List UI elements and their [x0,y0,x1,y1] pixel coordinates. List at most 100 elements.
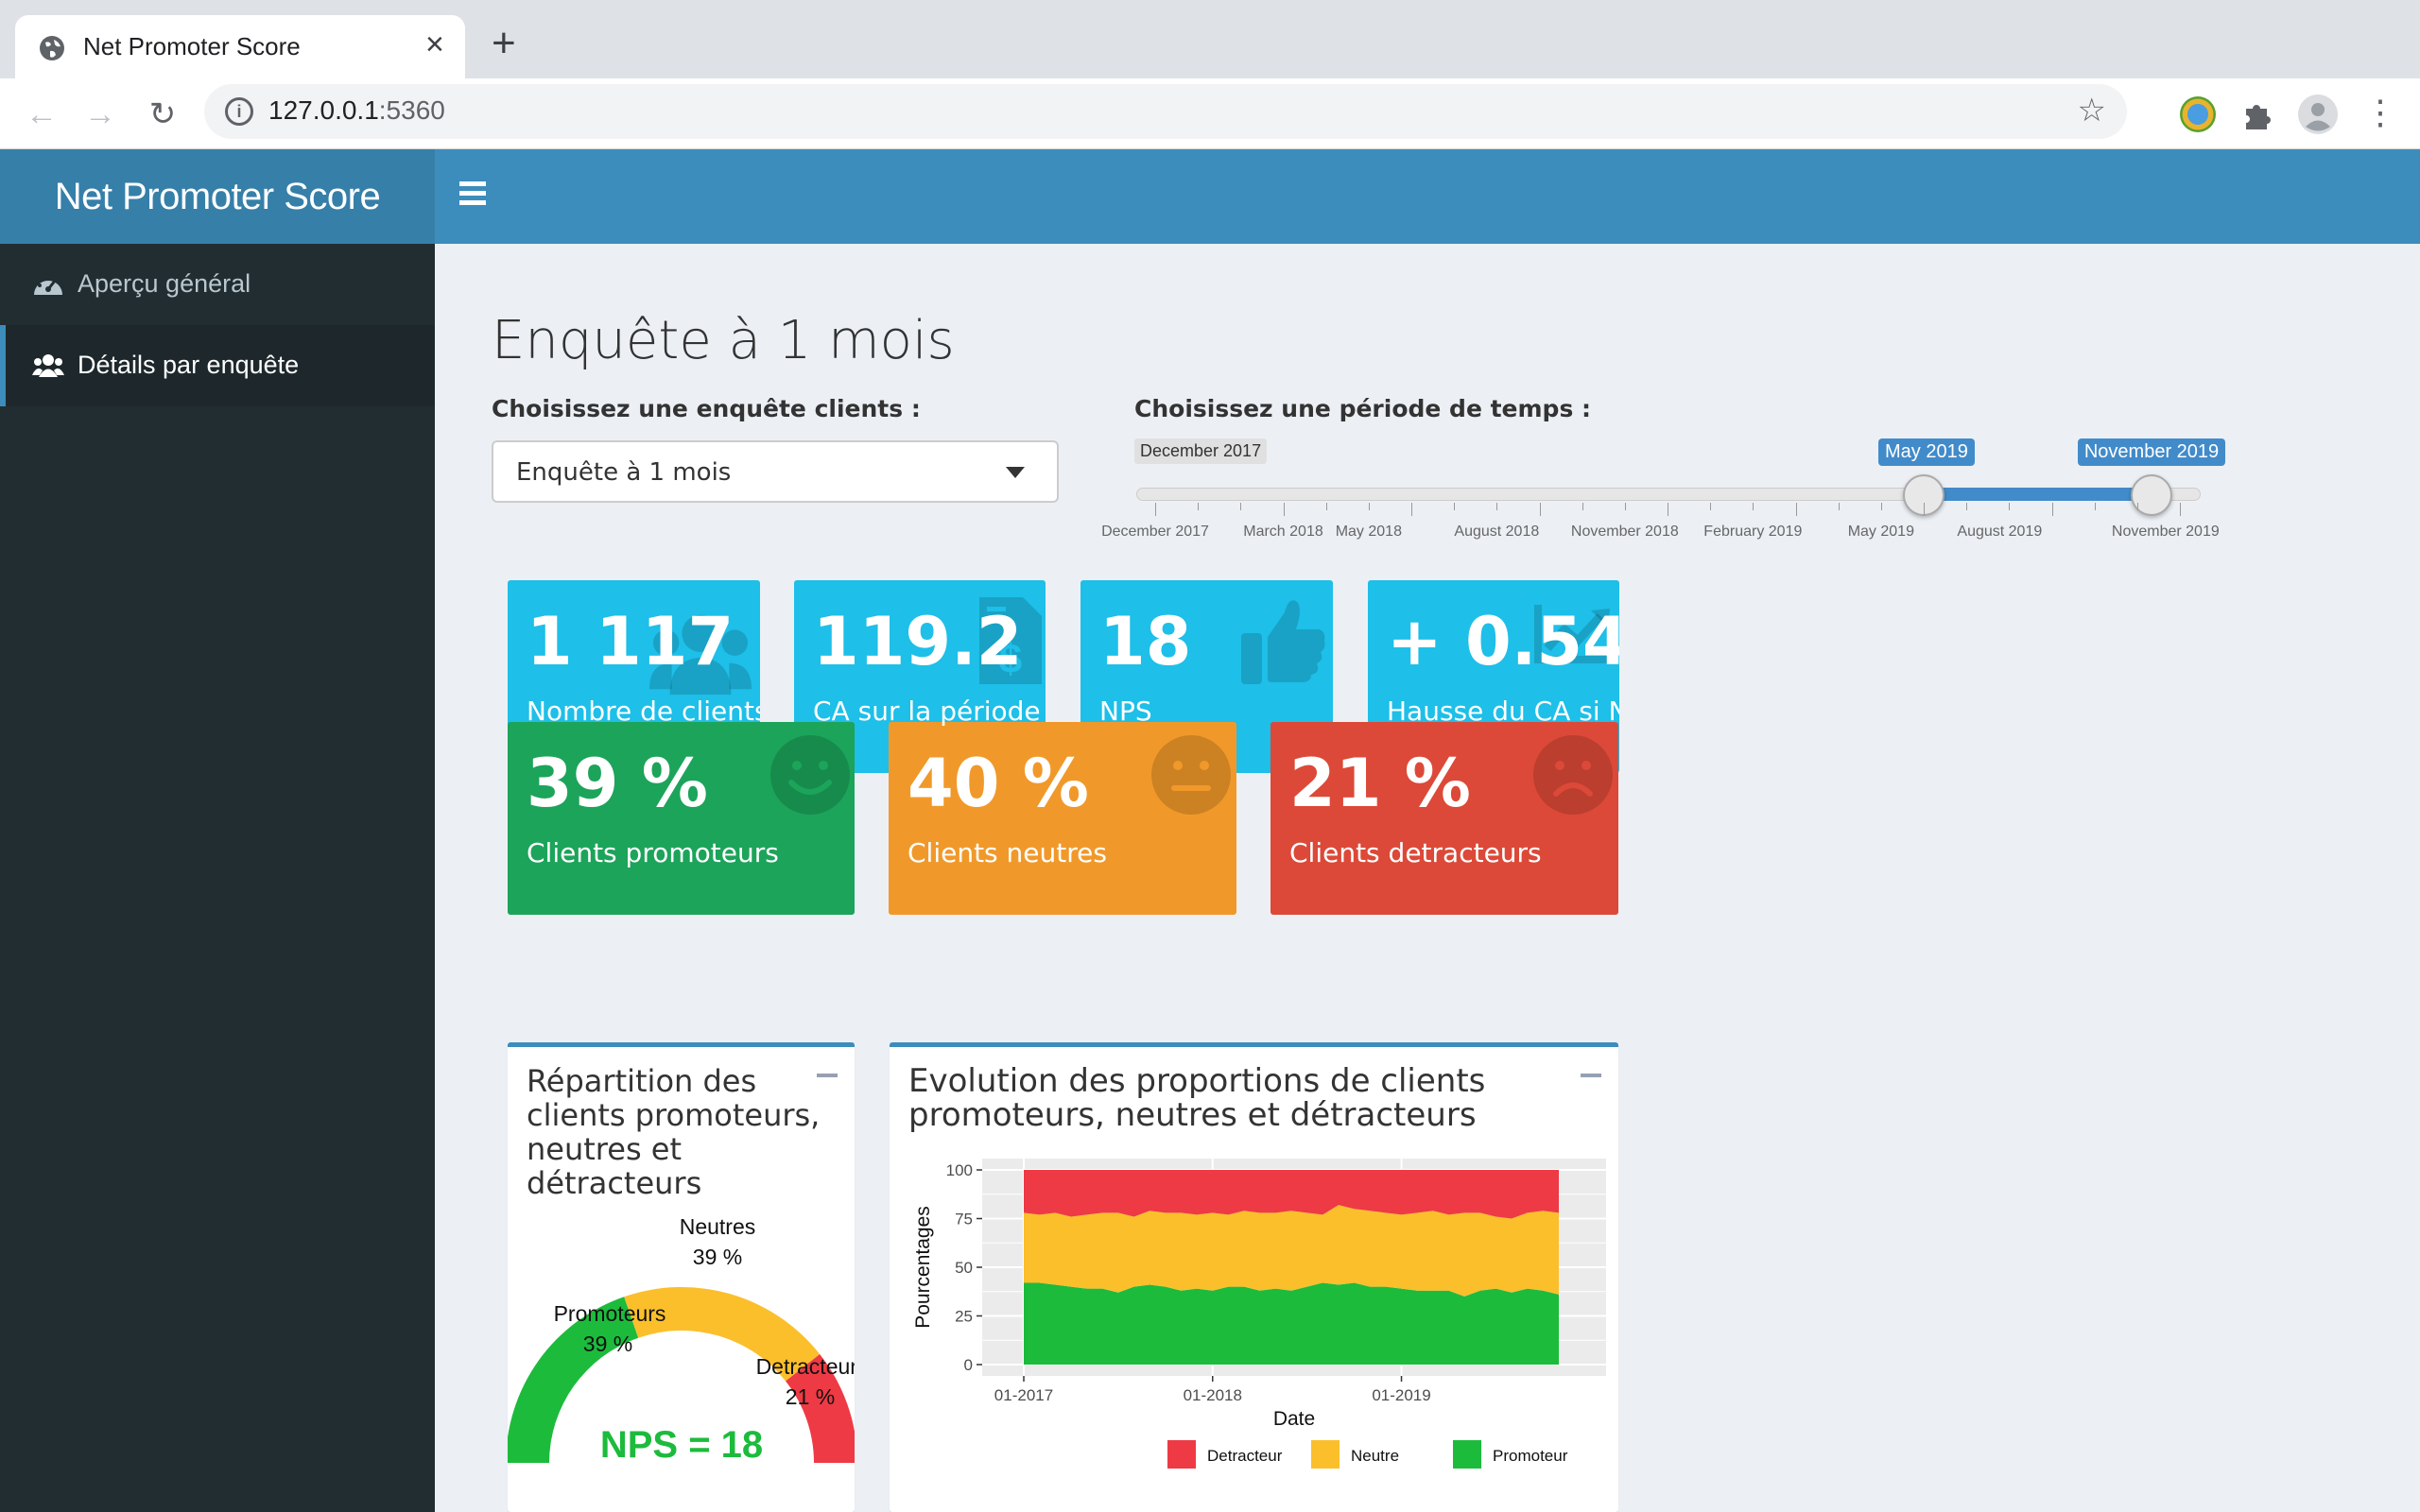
legend-label: Neutre [1351,1447,1399,1465]
slider-from-label: May 2019 [1878,438,1975,466]
sidebar-item-details[interactable]: Détails par enquête [0,325,435,406]
forward-icon[interactable]: → [81,95,119,133]
thumbs-up-icon [1241,600,1325,684]
slider-tick [1753,503,1754,510]
legend-swatch [1453,1440,1481,1469]
reload-icon[interactable]: ↻ [144,95,182,133]
slider-tick [2009,503,2011,510]
url-host: 127.0.0.1 [268,95,379,125]
browser-toolbar: ← → ↻ i 127.0.0.1:5360 ☆ ⋮ [0,78,2420,149]
address-bar[interactable]: i 127.0.0.1:5360 ☆ [204,84,2127,139]
kpi-label: NPS [1099,696,1152,727]
slider-tick [1539,503,1541,516]
slider-tick [1966,503,1968,510]
segment-label: Clients neutres [908,837,1107,868]
survey-select-label: Choisissez une enquête clients : [492,395,921,422]
slider-tick [1496,503,1498,510]
gauge-label-value: 39 % [583,1332,632,1356]
kpi-label: CA sur la période [813,696,1041,727]
slider-tick [1924,503,1925,516]
smile-icon [770,735,850,815]
browser-tab-bar: Net Promoter Score × + [0,0,2420,78]
kpi-value: 119.2 k € [813,603,1046,680]
area-chart-panel-title: Evolution des proportions de clients pro… [908,1062,1486,1134]
slider-tick-label: August 2019 [1957,524,2043,540]
app-header: Net Promoter Score [0,149,2420,244]
slider-tick [2136,503,2138,510]
y-tick-label: 50 [955,1259,973,1277]
legend-label: Detracteur [1207,1447,1283,1465]
frown-icon [1533,735,1613,815]
collapse-icon[interactable] [1581,1074,1601,1077]
gauge-center-text: NPS = 18 [600,1424,763,1466]
slider-tick-label: August 2018 [1454,524,1540,540]
bookmark-star-icon[interactable]: ☆ [2078,92,2106,129]
slider-tick [1325,503,1327,510]
slider-tick [1368,503,1370,510]
gauge-panel-title: Répartition des clients promoteurs, neut… [527,1063,821,1201]
slider-tick [2180,503,2181,516]
kpi-value: 1 117 [527,603,735,680]
area-chart-panel: Evolution des proportions de clients pro… [890,1042,1618,1512]
segment-label: Clients detracteurs [1289,837,1542,868]
survey-select[interactable]: Enquête à 1 mois [492,440,1059,503]
period-slider-label: Choisissez une période de temps : [1134,395,1592,422]
legend-label: Promoteur [1493,1447,1568,1465]
x-tick-label: 01-2018 [1184,1386,1242,1404]
slider-tick [1838,503,1840,510]
area-chart: 0 25 50 75 100 01-2017 01-2018 01-2019 Date Pourc… [912,1159,1606,1469]
promoteurs-box: 39 % Clients promoteurs [508,722,855,915]
detracteurs-box: 21 % Clients detracteurs [1270,722,1618,915]
sidebar-toggle-icon[interactable] [459,181,488,210]
meh-icon [1151,735,1231,815]
slider-tick [1454,503,1456,510]
collapse-icon[interactable] [817,1074,838,1077]
y-axis-label: Pourcentages [912,1206,934,1329]
sidebar: Aperçu général Détails par enquête [0,244,435,1512]
neutres-box: 40 % Clients neutres [889,722,1236,915]
tab-title: Net Promoter Score [83,32,301,60]
slider-tick [1411,503,1412,516]
slider-tick [1795,503,1797,516]
chevron-down-icon [1006,467,1025,478]
gauge-label-name: Neutres [680,1214,756,1239]
gauge-chart: Promoteurs 39 % Neutres 39 % Detracteurs 21 %… [508,1214,855,1466]
slider-to-label: November 2019 [2077,438,2226,466]
site-info-icon[interactable]: i [225,97,253,126]
segment-label: Clients promoteurs [527,837,779,868]
browser-tab[interactable]: Net Promoter Score × [15,15,465,78]
gauge-label-name: Promoteurs [554,1301,666,1326]
browser-menu-icon[interactable]: ⋮ [2363,92,2397,133]
close-tab-icon[interactable]: × [425,28,444,60]
period-slider[interactable]: December 2017 May 2019 November 2019 Dec… [1101,433,2307,546]
legend-swatch [1167,1440,1196,1469]
slider-tick [1582,503,1583,510]
url-text: 127.0.0.1:5360 [268,95,445,126]
new-tab-icon[interactable]: + [492,23,516,64]
segment-value: 21 % [1289,745,1471,822]
y-tick-label: 25 [955,1308,973,1326]
x-axis-label: Date [1273,1408,1315,1430]
app-logo[interactable]: Net Promoter Score [0,149,435,244]
slider-min-label: December 2017 [1134,438,1268,464]
gauge-label-value: 39 % [693,1245,742,1269]
gauge-label-name: Detracteurs [756,1354,855,1379]
globe-icon [40,36,64,60]
slider-tick [1155,503,1156,516]
slider-tick [1198,503,1200,510]
profile-avatar-icon[interactable] [2297,94,2339,135]
gauge-label-value: 21 % [786,1384,835,1409]
extension-icon[interactable] [2180,96,2216,132]
back-icon[interactable]: ← [23,95,60,133]
extensions-puzzle-icon[interactable] [2240,99,2273,131]
slider-tick-label: May 2019 [1847,524,1914,540]
sidebar-item-apercu[interactable]: Aperçu général [0,244,435,325]
slider-tick [1240,503,1242,510]
area-series-promoteur [1024,1282,1559,1365]
kpi-label: Nombre de clients considérés [527,696,760,727]
page-title: Enquête à 1 mois [492,310,955,371]
segment-value: 40 % [908,745,1089,822]
y-tick-label: 100 [946,1161,973,1179]
slider-tick-label: November 2019 [2111,524,2220,540]
survey-select-value: Enquête à 1 mois [516,458,732,487]
